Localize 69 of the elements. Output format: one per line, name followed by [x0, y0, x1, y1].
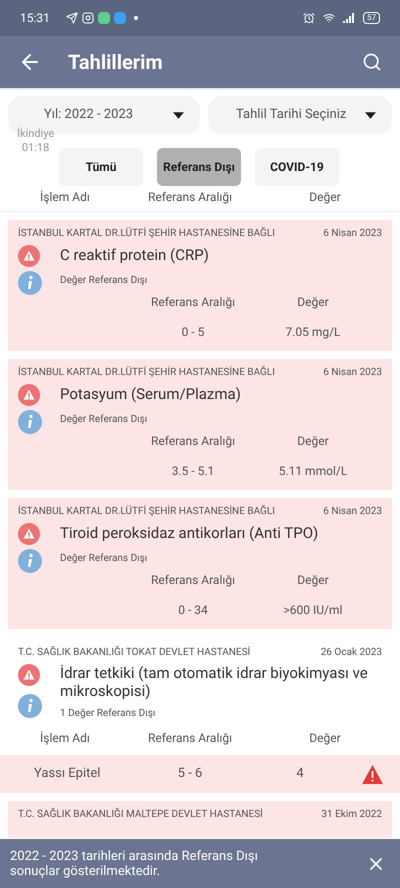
- signal-icon: [343, 13, 355, 23]
- result-card[interactable]: İSTANBUL KARTAL DR.LÜTFİ ŞEHİR HASTANESİNE BAĞLI 6 Nisan 2023 C reaktif protein (CRP) Değer Referans Dışı Referans Aralığı Değer 0 - 5 7.05 mg/L: [8, 220, 392, 351]
- date-dropdown[interactable]: Tahlil Tarihi Seçiniz: [208, 96, 392, 134]
- warning-icon: [18, 245, 40, 267]
- test-name: C reaktif protein (CRP): [60, 245, 209, 265]
- test-name: Potasyum (Serum/Plazma): [60, 384, 241, 404]
- reference-range: 0 - 5: [180, 324, 206, 341]
- info-icon: [18, 271, 42, 295]
- reference-range: 0 - 34: [177, 602, 209, 619]
- result-value: >600 IU/ml: [282, 602, 344, 619]
- snackbar-message: 2022 - 2023 tarihleri arasında Referans Dışı sonuçlar gösterilmektedir.: [10, 848, 259, 878]
- app-icon: [114, 12, 126, 24]
- app-icon: [98, 12, 110, 24]
- hospital-name: İSTANBUL KARTAL DR.LÜTFİ ŞEHİR HASTANESİNE BAĞLI: [18, 504, 275, 519]
- test-name: İdrar tetkiki (tam otomatik idrar biyokimyası ve mikroskopisi): [60, 664, 369, 700]
- warning-icon: [18, 664, 40, 686]
- result-card[interactable]: T.C. SAĞLIK BAKANLIĞI MALTEPE DEVLET HASTANESİ 31 Ekim 2022: [8, 801, 392, 838]
- column-label: Değer: [308, 730, 342, 747]
- clock: 15:31: [20, 10, 50, 27]
- result-card[interactable]: İSTANBUL KARTAL DR.LÜTFİ ŞEHİR HASTANESİNE BAĞLI 6 Nisan 2023 Potasyum (Serum/Plazma) Değer Referans Dışı Referans Aralığı Değer 3.5 - 5.1 5.11 mmol/L: [8, 359, 392, 490]
- instagram-icon: [82, 12, 94, 24]
- result-date: 6 Nisan 2023: [323, 227, 382, 241]
- result-date: 6 Nisan 2023: [323, 505, 382, 519]
- overlay-time: 01:18: [22, 141, 50, 155]
- result-row[interactable]: Yassı Epitel 5 - 6 4: [0, 755, 400, 793]
- result-value: 7.05 mg/L: [284, 324, 342, 341]
- info-icon: [18, 549, 42, 573]
- info-icon: [18, 410, 42, 434]
- reference-range: 5 - 6: [176, 765, 204, 784]
- hospital-name: İSTANBUL KARTAL DR.LÜTFİ ŞEHİR HASTANESİNE BAĞLI: [18, 226, 275, 241]
- filter-tab[interactable]: Referans Dışı: [157, 148, 241, 186]
- caret-icon: [365, 112, 376, 118]
- result-value: 4: [295, 765, 305, 784]
- column-label: Değer: [296, 294, 330, 311]
- status-note: Değer Referans Dışı: [60, 552, 148, 566]
- parameter-name: Yassı Epitel: [33, 765, 102, 784]
- test-name: Tiroid peroksidaz antikorları (Anti TPO): [60, 523, 318, 543]
- column-label: Referans Aralığı: [146, 189, 234, 206]
- column-label: İşlem Adı: [39, 189, 91, 206]
- reference-range: 3.5 - 5.1: [170, 463, 216, 480]
- status-note: 1 Değer Referans Dışı: [60, 707, 156, 721]
- column-label: Referans Aralığı: [150, 433, 236, 450]
- column-label: Değer: [296, 433, 330, 450]
- status-note: Değer Referans Dışı: [60, 413, 148, 427]
- column-label: Referans Aralığı: [150, 572, 236, 589]
- caret-icon: [173, 112, 184, 118]
- result-date: 26 Ocak 2023: [320, 646, 382, 660]
- column-label: Değer: [308, 189, 342, 206]
- warning-icon: [18, 384, 40, 406]
- result-value: 5.11 mmol/L: [278, 463, 348, 480]
- hospital-name: İSTANBUL KARTAL DR.LÜTFİ ŞEHİR HASTANESİNE BAĞLI: [18, 365, 275, 380]
- column-label: İşlem Adı: [39, 730, 91, 747]
- result-card[interactable]: İSTANBUL KARTAL DR.LÜTFİ ŞEHİR HASTANESİNE BAĞLI 6 Nisan 2023 Tiroid peroksidaz antikorları (Anti TPO) Değer Referans Dışı Referans Aralığı Değer 0 - 34 >600 IU/ml: [8, 498, 392, 629]
- search-button[interactable]: [362, 52, 382, 72]
- page-title: Tahlillerim: [68, 49, 164, 76]
- column-label: Referans Aralığı: [150, 294, 236, 311]
- alarm-icon: [303, 12, 315, 24]
- column-label: Değer: [296, 572, 330, 589]
- status-note: Değer Referans Dışı: [60, 274, 148, 288]
- column-label: Referans Aralığı: [146, 730, 234, 747]
- hospital-name: T.C. SAĞLIK BAKANLIĞI TOKAT DEVLET HASTANESİ: [18, 645, 250, 660]
- filter-tab[interactable]: COVID-19: [255, 148, 339, 186]
- result-date: 6 Nisan 2023: [323, 366, 382, 380]
- result-date: 31 Ekim 2022: [321, 808, 382, 822]
- filter-tab[interactable]: Tümü: [59, 148, 143, 186]
- hospital-name: T.C. SAĞLIK BAKANLIĞI MALTEPE DEVLET HASTANESİ: [18, 807, 263, 822]
- warning-icon: [18, 523, 40, 545]
- battery-level: 57: [363, 12, 380, 24]
- info-icon: [18, 694, 42, 718]
